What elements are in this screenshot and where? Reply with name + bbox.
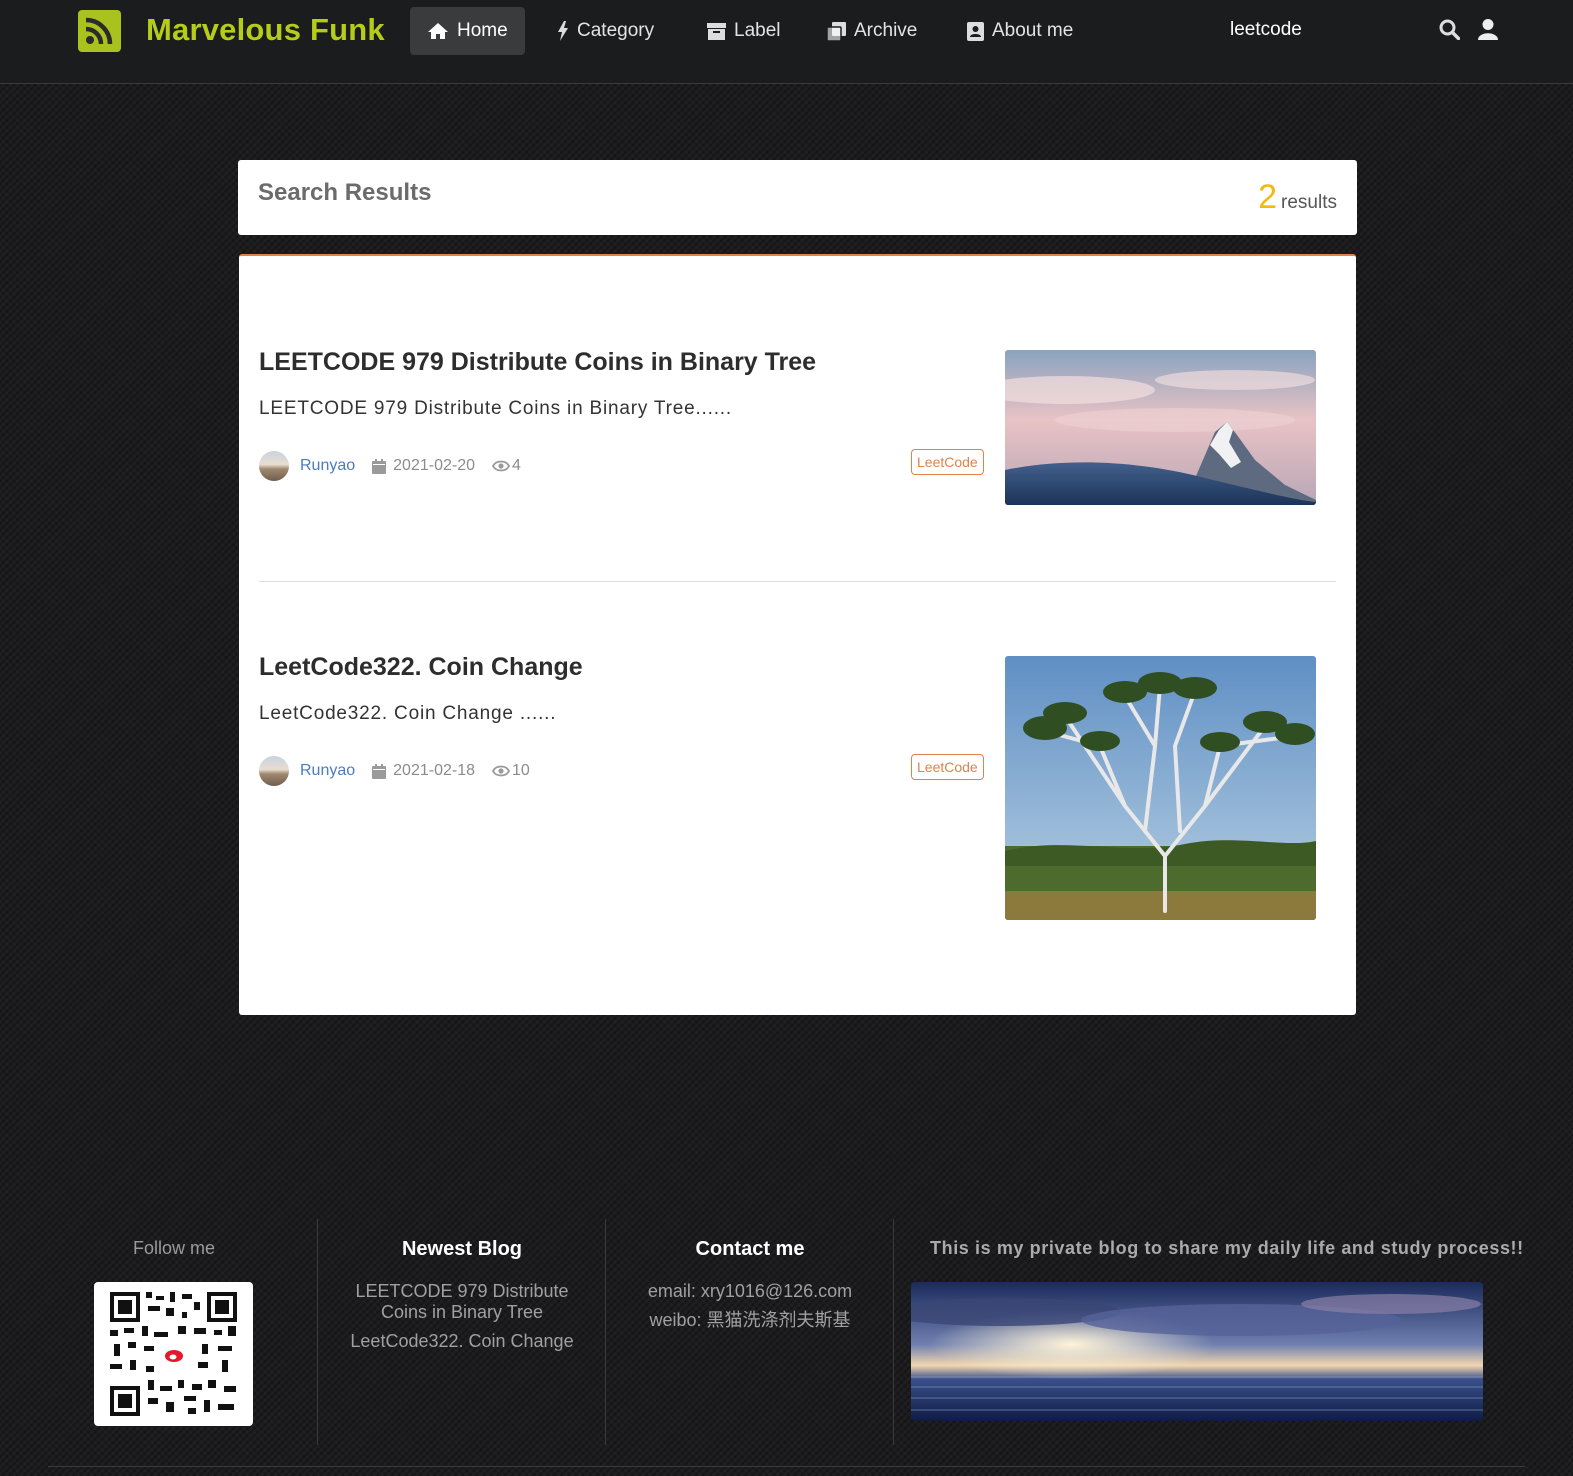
nav-archive-label: Archive [854, 20, 918, 41]
top-navbar: Marvelous Funk Home Category Label Archi… [0, 0, 1573, 84]
post-meta: Runyao 2021-02-20 4 [259, 450, 521, 482]
search-icon[interactable] [1439, 19, 1461, 45]
post-tag[interactable]: LeetCode [911, 449, 984, 475]
footer-ocean-sunset-image [911, 1282, 1483, 1421]
nav-about-me[interactable]: About me [950, 7, 1090, 55]
nav-about-me-label: About me [992, 20, 1074, 41]
archive-box-icon [707, 22, 726, 40]
calendar-icon [372, 458, 387, 474]
footer-separator [893, 1219, 894, 1445]
nav-home-label: Home [457, 20, 508, 41]
search-results-header: Search Results 2 results [238, 160, 1357, 235]
contact-card-icon [967, 21, 984, 41]
nav-category[interactable]: Category [540, 7, 671, 55]
post-meta: Runyao 2021-02-18 10 [259, 755, 530, 787]
footer-slogan: This is my private blog to share my dail… [930, 1238, 1524, 1258]
post-thumbnail-mountain[interactable] [1005, 350, 1316, 505]
results-list: LEETCODE 979 Distribute Coins in Binary … [239, 254, 1356, 1015]
footer-newest-heading: Newest Blog [401, 1238, 523, 1260]
nav-home[interactable]: Home [410, 7, 525, 55]
newest-blog-link[interactable]: LEETCODE 979 Distribute Coins in Binary … [345, 1281, 579, 1323]
footer-separator [317, 1219, 318, 1445]
post-views-count: 4 [512, 457, 521, 474]
post-date-text: 2021-02-20 [393, 457, 475, 474]
site-brand[interactable]: Marvelous Funk [146, 12, 385, 48]
footer-bottom-line [48, 1466, 1525, 1467]
lightning-icon [558, 21, 568, 41]
footer-follow-heading: Follow me [132, 1238, 216, 1258]
weibo-qr-code [94, 1282, 253, 1426]
post-views: 10 [492, 762, 530, 780]
post-excerpt: LeetCode322. Coin Change ...... [259, 703, 557, 724]
post-title[interactable]: LeetCode322. Coin Change [259, 653, 583, 682]
results-title: Search Results [258, 179, 432, 206]
post-tag[interactable]: LeetCode [911, 754, 984, 780]
nav-label-label: Label [734, 20, 781, 41]
eye-icon [492, 765, 510, 777]
search-query-text[interactable]: leetcode [1230, 19, 1302, 41]
eye-icon [492, 460, 510, 472]
results-count: 2 results [1258, 178, 1337, 217]
post-title[interactable]: LEETCODE 979 Distribute Coins in Binary … [259, 348, 816, 377]
post-date: 2021-02-20 [372, 457, 475, 475]
post-date-text: 2021-02-18 [393, 762, 475, 779]
calendar-icon [372, 763, 387, 779]
footer-separator [605, 1219, 606, 1445]
contact-weibo: weibo: 黑猫洗涤剂夫斯基 [649, 1310, 851, 1330]
nav-archive[interactable]: Archive [810, 7, 934, 55]
home-icon [428, 23, 448, 39]
post-thumbnail-tree[interactable] [1005, 656, 1316, 920]
avatar[interactable] [259, 451, 289, 481]
post-views-count: 10 [512, 762, 530, 779]
post-date: 2021-02-18 [372, 762, 475, 780]
contact-email: email: xry1016@126.com [647, 1281, 853, 1301]
user-icon[interactable] [1478, 19, 1498, 45]
list-divider [259, 581, 1336, 582]
clone-icon [827, 21, 846, 41]
results-count-label: results [1281, 192, 1337, 213]
results-count-number: 2 [1258, 178, 1278, 216]
post-author[interactable]: Runyao [300, 457, 355, 475]
rss-icon[interactable] [78, 10, 121, 52]
newest-blog-link[interactable]: LeetCode322. Coin Change [345, 1331, 579, 1352]
avatar[interactable] [259, 756, 289, 786]
post-author[interactable]: Runyao [300, 762, 355, 780]
post-excerpt: LEETCODE 979 Distribute Coins in Binary … [259, 398, 732, 419]
nav-category-label: Category [577, 20, 655, 41]
nav-label[interactable]: Label [690, 7, 798, 55]
post-views: 4 [492, 457, 521, 475]
footer-contact-heading: Contact me [695, 1238, 805, 1260]
